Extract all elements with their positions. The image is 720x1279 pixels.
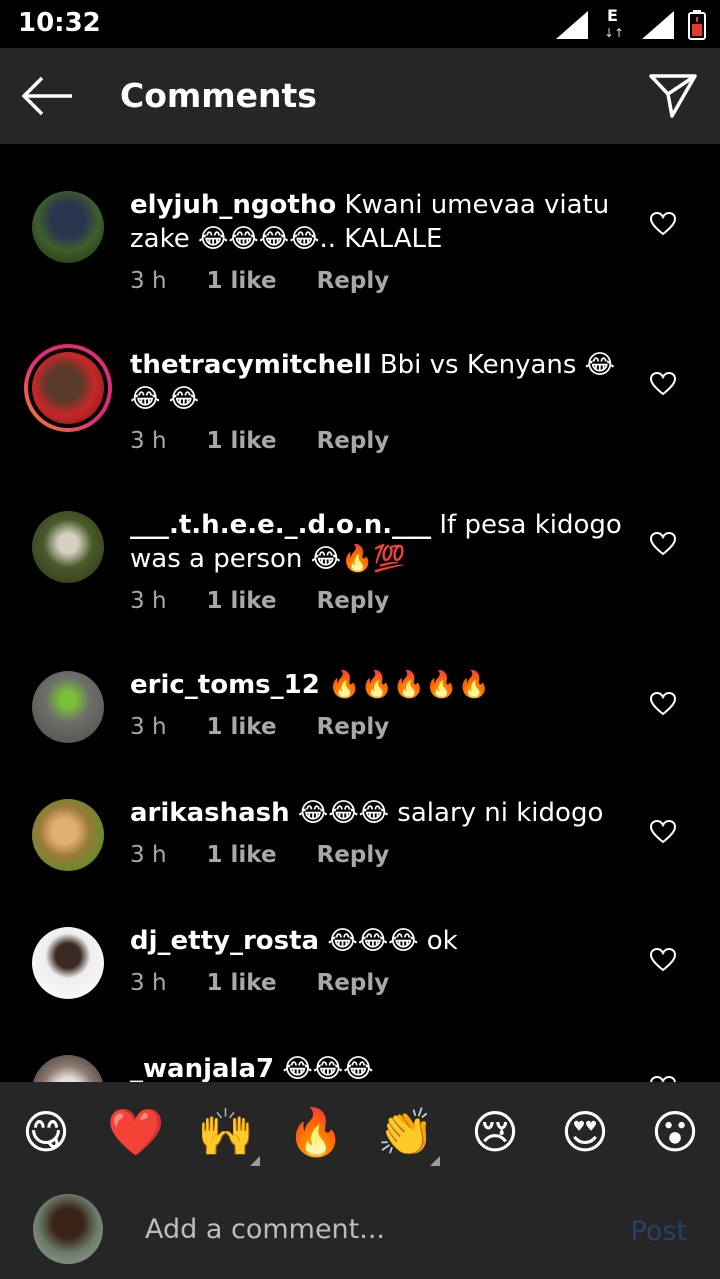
comment-body: 😂😂😂 salary ni kidogo	[297, 798, 604, 828]
comment-text: dj_etty_rosta 😂😂😂 ok	[130, 924, 640, 958]
comment-username[interactable]: _wanjala7	[130, 1054, 274, 1082]
avatar[interactable]	[32, 799, 104, 871]
emoji-clap[interactable]: 👏	[377, 1104, 434, 1160]
comment-meta: 3 h 1 like Reply	[130, 970, 389, 996]
avatar[interactable]	[32, 511, 104, 583]
like-heart-icon[interactable]	[650, 948, 676, 972]
comment-username[interactable]: ___.t.h.e.e._.d.o.n.___	[130, 510, 431, 540]
comment-username[interactable]: dj_etty_rosta	[130, 926, 319, 956]
comment-text: eric_toms_12 🔥🔥🔥🔥🔥	[130, 668, 640, 702]
emoji-yum[interactable]: 😋	[18, 1104, 74, 1160]
comment-likes[interactable]: 1 like	[207, 842, 277, 868]
avatar-story-ring[interactable]	[24, 344, 112, 432]
network-type-icon: E ↓↑	[604, 6, 625, 40]
comment-text: _wanjala7 😂😂😂	[130, 1052, 640, 1082]
emoji-heart-eyes[interactable]: 😍	[557, 1104, 613, 1160]
comments-header: Comments	[0, 48, 720, 144]
comment-likes[interactable]: 1 like	[207, 588, 277, 614]
comment-time: 3 h	[130, 588, 167, 614]
current-user-avatar	[33, 1194, 103, 1264]
network-letter: E	[607, 6, 618, 25]
comment-meta: 3 h 1 like Reply	[130, 588, 389, 614]
comment-text: thetracymitchell Bbi vs Kenyans 😂😂 😂	[130, 348, 640, 416]
comment-text: elyjuh_ngotho Kwani umevaa viatu zake 😂😂…	[130, 188, 640, 256]
comment-username[interactable]: arikashash	[130, 798, 290, 828]
battery-icon	[688, 10, 706, 40]
reply-button[interactable]: Reply	[317, 588, 390, 614]
comment-time: 3 h	[130, 842, 167, 868]
page-title: Comments	[120, 76, 317, 115]
comment-likes[interactable]: 1 like	[207, 714, 277, 740]
comment-body: 😂😂😂	[282, 1054, 374, 1082]
emoji-heart[interactable]: ❤️	[107, 1104, 164, 1160]
comment-text: arikashash 😂😂😂 salary ni kidogo	[130, 796, 640, 830]
skin-tone-indicator	[250, 1156, 260, 1166]
comment-likes[interactable]: 1 like	[207, 268, 277, 294]
comment-body: 😂😂😂 ok	[327, 926, 458, 956]
avatar[interactable]	[32, 191, 104, 263]
direct-send-icon[interactable]	[648, 72, 698, 120]
like-heart-icon[interactable]	[650, 820, 676, 844]
status-time: 10:32	[18, 8, 101, 38]
comment-input[interactable]: Add a comment...	[145, 1214, 385, 1245]
status-icons: E ↓↑	[556, 6, 706, 40]
comment-likes[interactable]: 1 like	[207, 428, 277, 454]
post-button[interactable]: Post	[631, 1216, 688, 1247]
emoji-fire[interactable]: 🔥	[287, 1104, 344, 1160]
comment-meta: 3 h 1 like Reply	[130, 428, 389, 454]
avatar[interactable]	[32, 671, 104, 743]
reply-button[interactable]: Reply	[317, 714, 390, 740]
comment-username[interactable]: thetracymitchell	[130, 350, 372, 380]
comment-meta: 3 h 1 like Reply	[130, 842, 389, 868]
comment-body: 🔥🔥🔥🔥🔥	[328, 670, 490, 700]
reply-button[interactable]: Reply	[317, 268, 390, 294]
comment-time: 3 h	[130, 970, 167, 996]
reply-button[interactable]: Reply	[317, 842, 390, 868]
skin-tone-indicator	[430, 1156, 440, 1166]
avatar	[32, 352, 104, 424]
emoji-cry[interactable]: 😢	[467, 1104, 523, 1160]
reply-button[interactable]: Reply	[317, 428, 390, 454]
like-heart-icon[interactable]	[650, 532, 676, 556]
comment-time: 3 h	[130, 714, 167, 740]
like-heart-icon[interactable]	[650, 692, 676, 716]
comment-username[interactable]: elyjuh_ngotho	[130, 190, 336, 220]
comment-likes[interactable]: 1 like	[207, 970, 277, 996]
status-bar: 10:32 E ↓↑	[0, 0, 720, 48]
comment-text: ___.t.h.e.e._.d.o.n.___ If pesa kidogo w…	[130, 508, 640, 576]
back-arrow-icon[interactable]	[22, 76, 74, 116]
comment-time: 3 h	[130, 268, 167, 294]
comment-meta: 3 h 1 like Reply	[130, 714, 389, 740]
comments-list[interactable]: elyjuh_ngotho Kwani umevaa viatu zake 😂😂…	[0, 144, 720, 1082]
comment-meta: 3 h 1 like Reply	[130, 268, 389, 294]
comment-composer: Add a comment... Post	[0, 1182, 720, 1279]
emoji-quick-bar: 😋 ❤️ 🙌 🔥 👏 😢 😍 😮	[0, 1082, 720, 1182]
reply-button[interactable]: Reply	[317, 970, 390, 996]
comment-time: 3 h	[130, 428, 167, 454]
emoji-raised-hands[interactable]: 🙌	[197, 1104, 254, 1160]
emoji-surprised[interactable]: 😮	[647, 1104, 703, 1160]
comment-username[interactable]: eric_toms_12	[130, 670, 320, 700]
like-heart-icon[interactable]	[650, 212, 676, 236]
like-heart-icon[interactable]	[650, 372, 676, 396]
signal-icon-2	[642, 11, 674, 39]
avatar[interactable]	[32, 1055, 104, 1082]
avatar[interactable]	[32, 927, 104, 999]
signal-icon	[556, 11, 588, 39]
